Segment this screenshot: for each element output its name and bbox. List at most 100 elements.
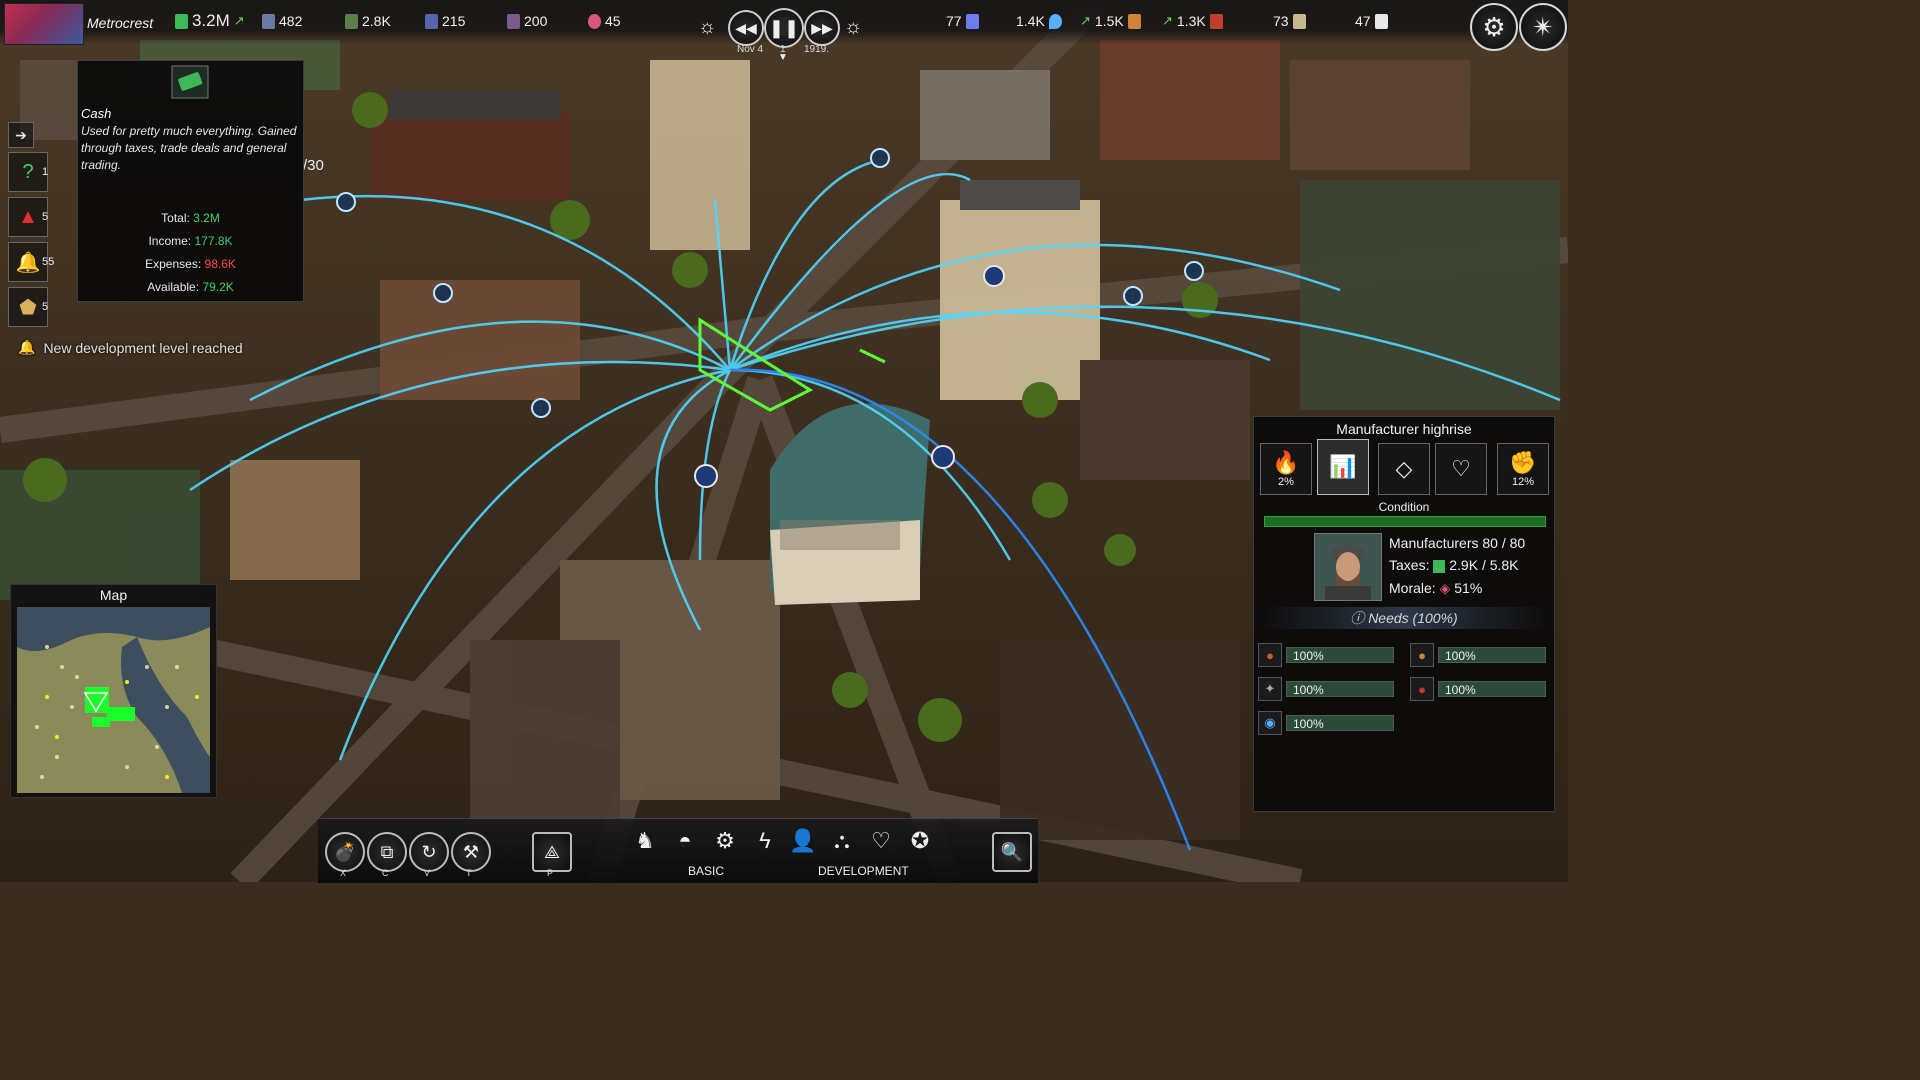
needs-header: ⓘ Needs (100%) bbox=[1260, 607, 1548, 629]
slow-down-button[interactable]: ◀◀ bbox=[728, 10, 764, 46]
resource-value: 215 bbox=[442, 13, 466, 29]
morale-label: Morale: bbox=[1389, 580, 1436, 596]
need-item[interactable]: ✦ 100% bbox=[1258, 677, 1394, 701]
pause-button[interactable]: ❚❚ bbox=[764, 8, 804, 48]
map-title: Map bbox=[99, 587, 128, 603]
question-gear-icon: ? bbox=[22, 160, 34, 183]
resource-workers[interactable]: 482 bbox=[262, 12, 302, 30]
resource-water[interactable]: 1.4K bbox=[1016, 12, 1062, 30]
speed-up-button[interactable]: ▶▶ bbox=[804, 10, 840, 46]
development-notice[interactable]: 🔔 New development level reached bbox=[18, 339, 243, 356]
planning-button[interactable]: ⟁ bbox=[532, 832, 572, 872]
settings-button[interactable]: ⚙ bbox=[1470, 3, 1518, 51]
category-transport[interactable]: ♞ bbox=[628, 826, 662, 856]
tab-basic[interactable]: BASIC bbox=[688, 864, 724, 878]
fire-icon: 🔥 bbox=[1272, 450, 1300, 475]
resource-clerks[interactable]: 215 bbox=[425, 12, 465, 30]
income-label: Income: bbox=[148, 234, 192, 248]
minimap[interactable] bbox=[17, 607, 210, 793]
needs-label: Needs (100%) bbox=[1368, 610, 1458, 626]
resident-portrait bbox=[1314, 533, 1382, 601]
resource-meat[interactable]: ↗ 1.3K bbox=[1162, 12, 1223, 30]
taxes-row: Taxes: 2.9K / 5.8K bbox=[1389, 557, 1519, 573]
resource-value: 77 bbox=[946, 13, 962, 29]
pause-icon: ❚❚ bbox=[768, 17, 800, 38]
need-item[interactable]: ◉ 100% bbox=[1258, 711, 1394, 735]
resource-manufacturers[interactable]: 2.8K bbox=[345, 12, 391, 30]
city-overview-button[interactable]: ✴ bbox=[1519, 3, 1567, 51]
resource-value: 2.8K bbox=[362, 13, 391, 29]
resource-value: 45 bbox=[605, 13, 621, 29]
category-housing[interactable]: 👤 bbox=[786, 826, 820, 856]
category-power[interactable]: ϟ bbox=[748, 826, 782, 856]
need-item[interactable]: ● 100% bbox=[1410, 643, 1546, 667]
crime-icon: ✊ bbox=[1509, 450, 1537, 475]
resource-influence[interactable]: 45 bbox=[588, 12, 621, 30]
upgrade-button[interactable]: ⚒ bbox=[451, 832, 491, 872]
compass-star-icon: ✴ bbox=[1532, 11, 1554, 42]
hotkey-label: X bbox=[340, 868, 347, 878]
resource-paper[interactable]: 47 bbox=[1355, 12, 1388, 30]
tab-health[interactable]: ♡ bbox=[1435, 443, 1487, 495]
road-icon: ⛬ bbox=[834, 828, 850, 853]
elite-icon bbox=[507, 13, 520, 29]
gear-icon: ⚙ bbox=[1482, 11, 1506, 42]
category-police[interactable]: ✪ bbox=[903, 826, 937, 856]
cash-tooltip: Cash Used for pretty much everything. Ga… bbox=[77, 60, 304, 302]
total-label: Total: bbox=[161, 211, 190, 225]
sun-icon: ☼ bbox=[844, 16, 863, 38]
collapse-button[interactable]: ➔ bbox=[8, 122, 34, 148]
residents-count: Manufacturers 80 / 80 bbox=[1389, 535, 1526, 551]
need-value: 100% bbox=[1286, 681, 1394, 697]
resource-power[interactable]: 77 bbox=[946, 12, 979, 30]
gear-icon: ⚙ bbox=[715, 828, 735, 853]
rotate-button[interactable]: ↻ bbox=[409, 832, 449, 872]
notifications-count: 55 bbox=[42, 256, 55, 268]
resource-goods[interactable]: 73 bbox=[1273, 12, 1306, 30]
need-item[interactable]: ● 100% bbox=[1410, 677, 1546, 701]
inspect-button[interactable]: 🔍 bbox=[992, 832, 1032, 872]
crime-value: 12% bbox=[1511, 476, 1535, 488]
category-roads[interactable]: ⛬ bbox=[825, 826, 859, 856]
tab-fire-risk[interactable]: 🔥 2% bbox=[1260, 443, 1312, 495]
heart-shield-icon bbox=[588, 13, 601, 29]
city-flag[interactable] bbox=[4, 3, 84, 45]
chevron-down-icon[interactable]: ▼ bbox=[778, 52, 788, 63]
worker-icon bbox=[262, 13, 275, 29]
copy-button[interactable]: ⧉ bbox=[367, 832, 407, 872]
rotate-icon: ↻ bbox=[421, 841, 437, 862]
tooltip-title: Cash bbox=[81, 106, 112, 121]
category-health[interactable]: ♡ bbox=[864, 826, 898, 856]
tools-icon: ✦ bbox=[1258, 677, 1282, 701]
broken-heart-icon: ♡ bbox=[1451, 456, 1471, 481]
category-industry[interactable]: ⚙ bbox=[708, 826, 742, 856]
resource-bread[interactable]: ↗ 1.5K bbox=[1080, 12, 1141, 30]
bread-icon bbox=[1127, 13, 1141, 29]
tab-crime[interactable]: ✊ 12% bbox=[1497, 443, 1549, 495]
trend-up-icon: ↗ bbox=[1162, 13, 1173, 28]
need-item[interactable]: ● 100% bbox=[1258, 643, 1394, 667]
fire-risk-value: 2% bbox=[1278, 476, 1294, 488]
demolish-icon: 💣 bbox=[333, 841, 357, 862]
notice-text: New development level reached bbox=[43, 339, 243, 356]
warnings-count: 5 bbox=[42, 211, 49, 223]
tab-attractiveness[interactable]: ◇ bbox=[1378, 443, 1430, 495]
bread-icon: ● bbox=[1258, 643, 1282, 667]
category-farming[interactable]: ◓ bbox=[668, 826, 702, 856]
time-controls: ☼ ◀◀ ❚❚ ▶▶ ☼ Nov 4 1 1919. ▼ bbox=[694, 6, 876, 63]
resource-value: 200 bbox=[524, 13, 548, 29]
ranks-count: 5 bbox=[42, 301, 49, 313]
sun-icon: ☼ bbox=[698, 16, 717, 38]
need-value: 100% bbox=[1286, 647, 1394, 663]
demolish-button[interactable]: 💣 bbox=[325, 832, 365, 872]
resource-elites[interactable]: 200 bbox=[507, 12, 547, 30]
resource-value: 73 bbox=[1273, 13, 1289, 29]
tab-development[interactable]: DEVELOPMENT bbox=[818, 864, 909, 878]
resource-cash[interactable]: 3.2M ↗ bbox=[175, 11, 245, 30]
income-value: 177.8K bbox=[194, 234, 233, 248]
tab-statistics[interactable]: 📊 bbox=[1317, 439, 1369, 495]
expenses-value: 98.6K bbox=[204, 257, 236, 271]
trend-up-icon: ↗ bbox=[1080, 13, 1091, 28]
available-row: Available: 79.2K bbox=[78, 280, 303, 294]
building-name: Manufacturer highrise bbox=[1336, 421, 1472, 437]
